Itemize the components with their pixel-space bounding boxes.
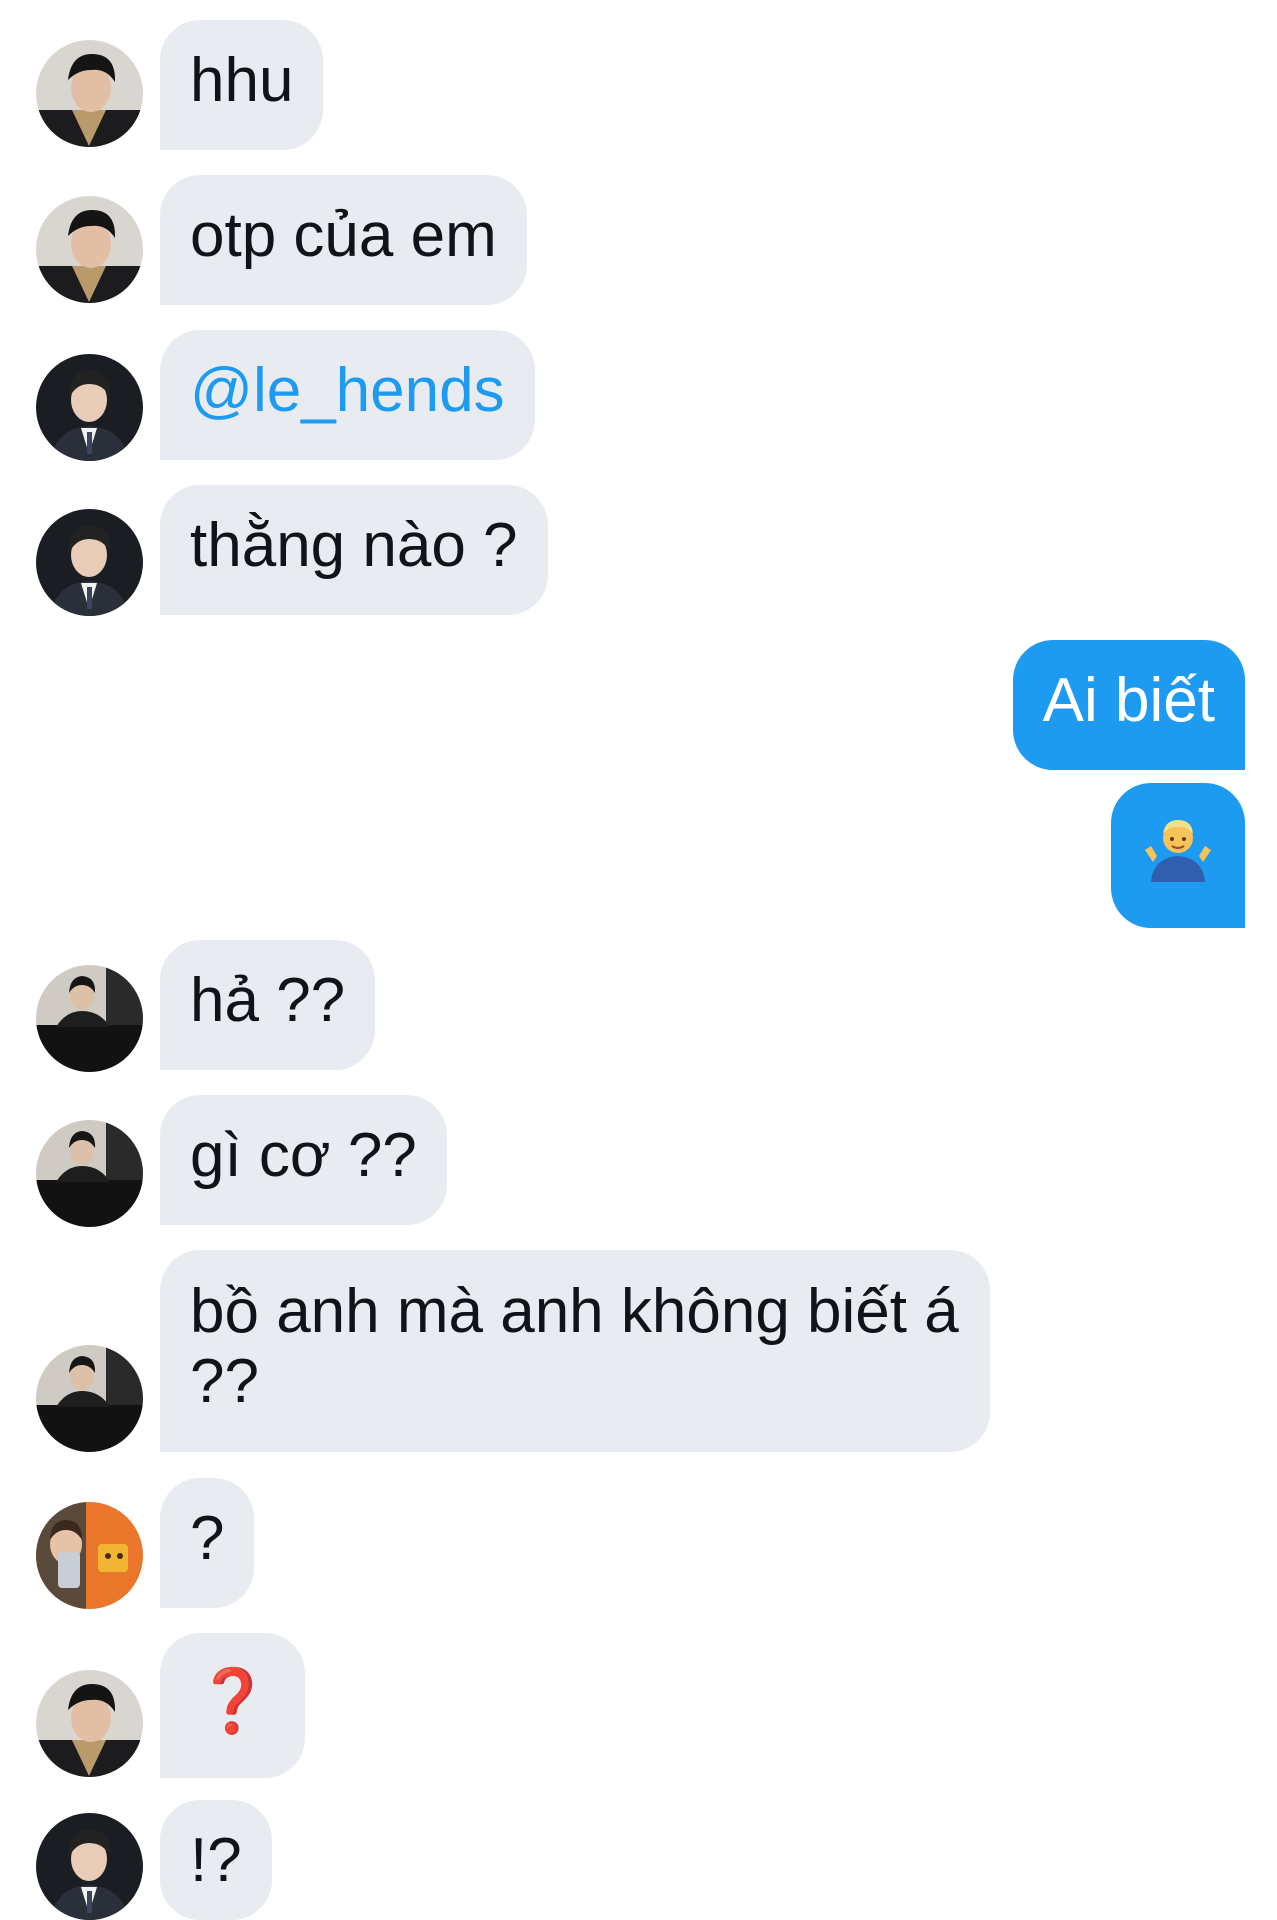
message-bubble-outgoing[interactable] — [1111, 783, 1245, 928]
avatar[interactable] — [36, 509, 143, 616]
message-text: bồ anh mà anh không biết á ?? — [190, 1277, 959, 1416]
avatar[interactable] — [36, 965, 143, 1072]
avatar-leather-jacket-boy — [36, 965, 143, 1072]
message-text: thằng nào ? — [190, 511, 518, 580]
avatar[interactable] — [36, 40, 143, 147]
message-text: hhu — [190, 46, 294, 115]
message-text: !? — [190, 1826, 242, 1895]
avatar[interactable] — [36, 1813, 143, 1920]
avatar[interactable] — [36, 1120, 143, 1227]
message-text: otp của em — [190, 201, 497, 270]
message-bubble-outgoing[interactable]: Ai biết — [1012, 640, 1245, 770]
message-text: gì cơ ?? — [190, 1121, 417, 1190]
message-text: hả ?? — [190, 966, 346, 1035]
red-question-icon: ❓ — [194, 1667, 272, 1736]
avatar-leather-jacket-boy — [36, 1345, 143, 1452]
mention-link[interactable]: @le_hends — [190, 356, 505, 425]
person-shrugging-icon — [1143, 808, 1213, 888]
message-bubble[interactable]: ? — [160, 1478, 255, 1608]
message-text: Ai biết — [1042, 666, 1215, 735]
avatar-scarf-boy — [36, 40, 143, 147]
message-bubble[interactable]: hả ?? — [160, 940, 376, 1070]
avatar-suit-boy — [36, 354, 143, 461]
message-bubble[interactable]: otp của em — [160, 175, 527, 305]
avatar[interactable] — [36, 1345, 143, 1452]
message-bubble[interactable]: bồ anh mà anh không biết á ?? — [160, 1250, 990, 1452]
message-bubble[interactable]: thằng nào ? — [160, 485, 548, 615]
avatar-scarf-boy — [36, 1670, 143, 1777]
avatar[interactable] — [36, 1502, 143, 1609]
avatar-scarf-boy — [36, 196, 143, 303]
avatar-suit-boy — [36, 509, 143, 616]
avatar[interactable] — [36, 354, 143, 461]
message-text: ? — [190, 1504, 225, 1573]
avatar[interactable] — [36, 1670, 143, 1777]
avatar-selfie-orange — [36, 1502, 143, 1609]
message-bubble[interactable]: !? — [160, 1800, 272, 1920]
message-bubble[interactable]: gì cơ ?? — [160, 1095, 447, 1225]
avatar[interactable] — [36, 196, 143, 303]
message-bubble[interactable]: hhu — [160, 20, 324, 150]
message-bubble[interactable]: ❓ — [160, 1633, 306, 1778]
avatar-leather-jacket-boy — [36, 1120, 143, 1227]
message-bubble[interactable]: @le_hends — [160, 330, 535, 460]
avatar-suit-boy — [36, 1813, 143, 1920]
